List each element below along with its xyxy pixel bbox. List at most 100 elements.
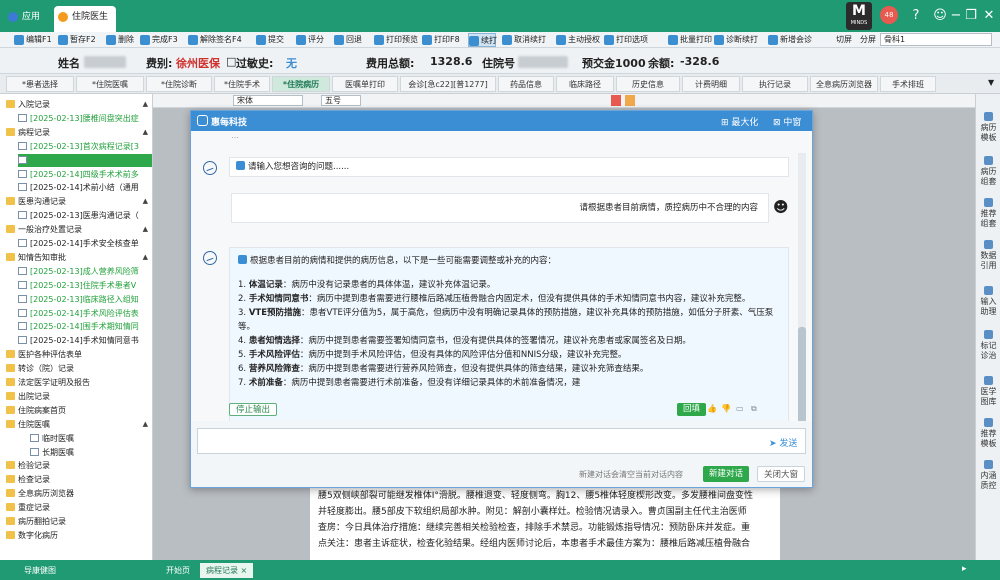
toolbar-button-10[interactable]: 续打: [468, 33, 497, 47]
bottom-arrows-icon[interactable]: ▸: [962, 564, 974, 576]
toolbar-button-3[interactable]: 完成F3: [140, 33, 182, 47]
font-size-select[interactable]: 五号: [321, 95, 361, 106]
close-dialog-button[interactable]: 关闭大窗: [757, 466, 806, 482]
expand-icon[interactable]: ▲: [143, 195, 148, 208]
module-tab-9[interactable]: 历史信息: [616, 76, 680, 92]
close-window-icon[interactable]: ✕: [982, 6, 996, 26]
tree-node[interactable]: 全息病历浏览器: [6, 487, 152, 500]
module-tab-12[interactable]: 全息病历浏览器: [810, 76, 878, 92]
help-icon[interactable]: ?: [906, 6, 926, 26]
toolbar-button-12[interactable]: 主动授权: [556, 33, 600, 47]
tree-node[interactable]: [2025-02-14]四级手术术前多: [18, 168, 152, 181]
bottom-tab-start[interactable]: 开始页: [160, 563, 196, 578]
tree-node[interactable]: 医护各种评估表单: [6, 348, 152, 361]
tree-node[interactable]: 入院记录 ▲: [6, 98, 152, 111]
right-tool-3[interactable]: 数据引用: [977, 240, 1000, 271]
tree-node[interactable]: 检查记录: [6, 473, 152, 486]
module-tab-0[interactable]: *患者选择: [6, 76, 74, 92]
tree-node[interactable]: 检验记录: [6, 459, 152, 472]
tree-node[interactable]: [18, 153, 152, 167]
toolbar-button-15[interactable]: 诊断续打: [714, 33, 762, 47]
tree-node[interactable]: 医患沟通记录 ▲: [6, 195, 152, 208]
tab-overflow-icon[interactable]: ▼: [988, 78, 994, 87]
tree-node[interactable]: [2025-02-14]手术安全核查单: [18, 237, 152, 250]
tree-node[interactable]: [2025-02-14]手术知情同意书: [18, 334, 152, 347]
toolbar-button-7[interactable]: 回退: [334, 33, 364, 47]
tree-node[interactable]: 住院医嘱 ▲: [6, 418, 152, 431]
module-tab-5[interactable]: 医嘱单打印: [332, 76, 398, 92]
tree-node[interactable]: [2025-02-13]腰椎间盘突出症: [18, 112, 152, 125]
message-icon[interactable]: 48: [880, 6, 898, 24]
module-tab-7[interactable]: 药品信息: [498, 76, 554, 92]
like-icon[interactable]: 👍: [707, 404, 717, 413]
tab-app[interactable]: 应用: [4, 6, 52, 28]
dislike-icon[interactable]: 👎: [721, 404, 731, 413]
tree-node[interactable]: [2025-02-14]围手术期知情同: [18, 320, 152, 333]
module-tab-3[interactable]: *住院手术: [214, 76, 270, 92]
module-tab-1[interactable]: *住院医嘱: [76, 76, 144, 92]
toolbar-button-11[interactable]: 取消续打: [502, 33, 550, 47]
tree-node[interactable]: 出院记录: [6, 390, 152, 403]
tree-node[interactable]: [2025-02-14]术前小结（通用: [18, 181, 152, 194]
right-tool-2[interactable]: 推荐组套: [977, 198, 1000, 229]
split-screen-button[interactable]: 分屏: [860, 33, 876, 47]
toolbar-button-16[interactable]: 新增会诊: [768, 33, 822, 47]
chat-scroll-thumb[interactable]: [798, 327, 806, 421]
tree-node[interactable]: [2025-02-13]住院手术患者V: [18, 279, 152, 292]
chat-input[interactable]: [197, 428, 806, 454]
right-tool-0[interactable]: 病历模板: [977, 112, 1000, 143]
tree-node[interactable]: 病历翻拍记录: [6, 515, 152, 528]
toolbar-button-8[interactable]: 打印预览: [374, 33, 418, 47]
stop-output-button[interactable]: 停止输出: [229, 403, 278, 416]
center-window-button[interactable]: ⊠ 中窗: [773, 115, 801, 128]
toolbar-button-6[interactable]: 评分: [296, 33, 326, 47]
module-tab-4[interactable]: *住院病历: [272, 76, 330, 92]
tree-node[interactable]: 法定医学证明及报告: [6, 376, 152, 389]
toolbar-button-14[interactable]: 批量打印: [668, 33, 712, 47]
tree-node[interactable]: 知情告知审批 ▲: [6, 251, 152, 264]
comment-icon[interactable]: ▭: [736, 404, 744, 413]
module-tab-10[interactable]: 计费明细: [682, 76, 740, 92]
tree-node[interactable]: [2025-02-13]成人营养风险筛: [18, 265, 152, 278]
tree-node[interactable]: 一般治疗处置记录 ▲: [6, 223, 152, 236]
right-tool-6[interactable]: 医学图库: [977, 376, 1000, 407]
expand-icon[interactable]: ▲: [143, 126, 148, 139]
red-icon[interactable]: [611, 95, 621, 106]
user-icon[interactable]: ☺: [930, 6, 950, 26]
toolbar-button-1[interactable]: 暂存F2: [58, 33, 100, 47]
right-tool-5[interactable]: 标记诊治: [977, 330, 1000, 361]
expand-icon[interactable]: ▲: [143, 418, 148, 431]
toolbar-button-2[interactable]: 删除: [106, 33, 134, 47]
bottom-tab-progress[interactable]: 病程记录 ×: [200, 563, 254, 578]
toolbar-button-4[interactable]: 解除签名F4: [188, 33, 244, 47]
bottom-tab-close-icon[interactable]: ×: [241, 566, 248, 575]
copy-icon[interactable]: ⧉: [751, 404, 757, 414]
tree-node[interactable]: 病程记录 ▲: [6, 126, 152, 139]
new-chat-button[interactable]: 新建对话: [703, 466, 750, 482]
module-tab-13[interactable]: 手术排班: [880, 76, 936, 92]
tree-node[interactable]: [2025-02-13]首次病程记录[3: [18, 140, 152, 153]
tab-inpatient-doctor[interactable]: 住院医生站×: [54, 6, 116, 44]
tree-node[interactable]: [2025-02-13]医患沟通记录（: [18, 209, 152, 222]
document-page[interactable]: 腰5双侧峡部裂可能继发椎体I°滑脱。腰椎退变、轻度侧弯。胸12、腰5椎体轻度楔形…: [310, 484, 780, 560]
department-select[interactable]: 骨科1: [880, 33, 992, 46]
tree-node[interactable]: 重症记录: [6, 501, 152, 514]
module-tab-11[interactable]: 执行记录: [742, 76, 808, 92]
tree-node[interactable]: 转诊（院）记录: [6, 362, 152, 375]
right-tool-1[interactable]: 病历组套: [977, 156, 1000, 187]
tree-node[interactable]: 长期医嘱: [30, 446, 152, 459]
orange-icon[interactable]: [625, 95, 635, 106]
module-tab-2[interactable]: *住院诊断: [146, 76, 212, 92]
bottom-tab-guide[interactable]: 导康健图: [18, 563, 62, 578]
module-tab-8[interactable]: 临床路径: [556, 76, 614, 92]
restore-icon[interactable]: ❐: [965, 6, 977, 26]
tree-node[interactable]: 临时医嘱: [30, 432, 152, 445]
allergy-checkbox[interactable]: □: [226, 55, 236, 68]
tree-node[interactable]: 住院病案首页: [6, 404, 152, 417]
switch-screen-button[interactable]: 切屏: [836, 33, 852, 47]
right-tool-7[interactable]: 推荐模板: [977, 418, 1000, 449]
send-button[interactable]: ➤ 发送: [769, 436, 797, 449]
toolbar-button-9[interactable]: 打印F8: [422, 33, 460, 47]
expand-icon[interactable]: ▲: [143, 223, 148, 236]
right-tool-4[interactable]: 输入助理: [977, 286, 1000, 317]
